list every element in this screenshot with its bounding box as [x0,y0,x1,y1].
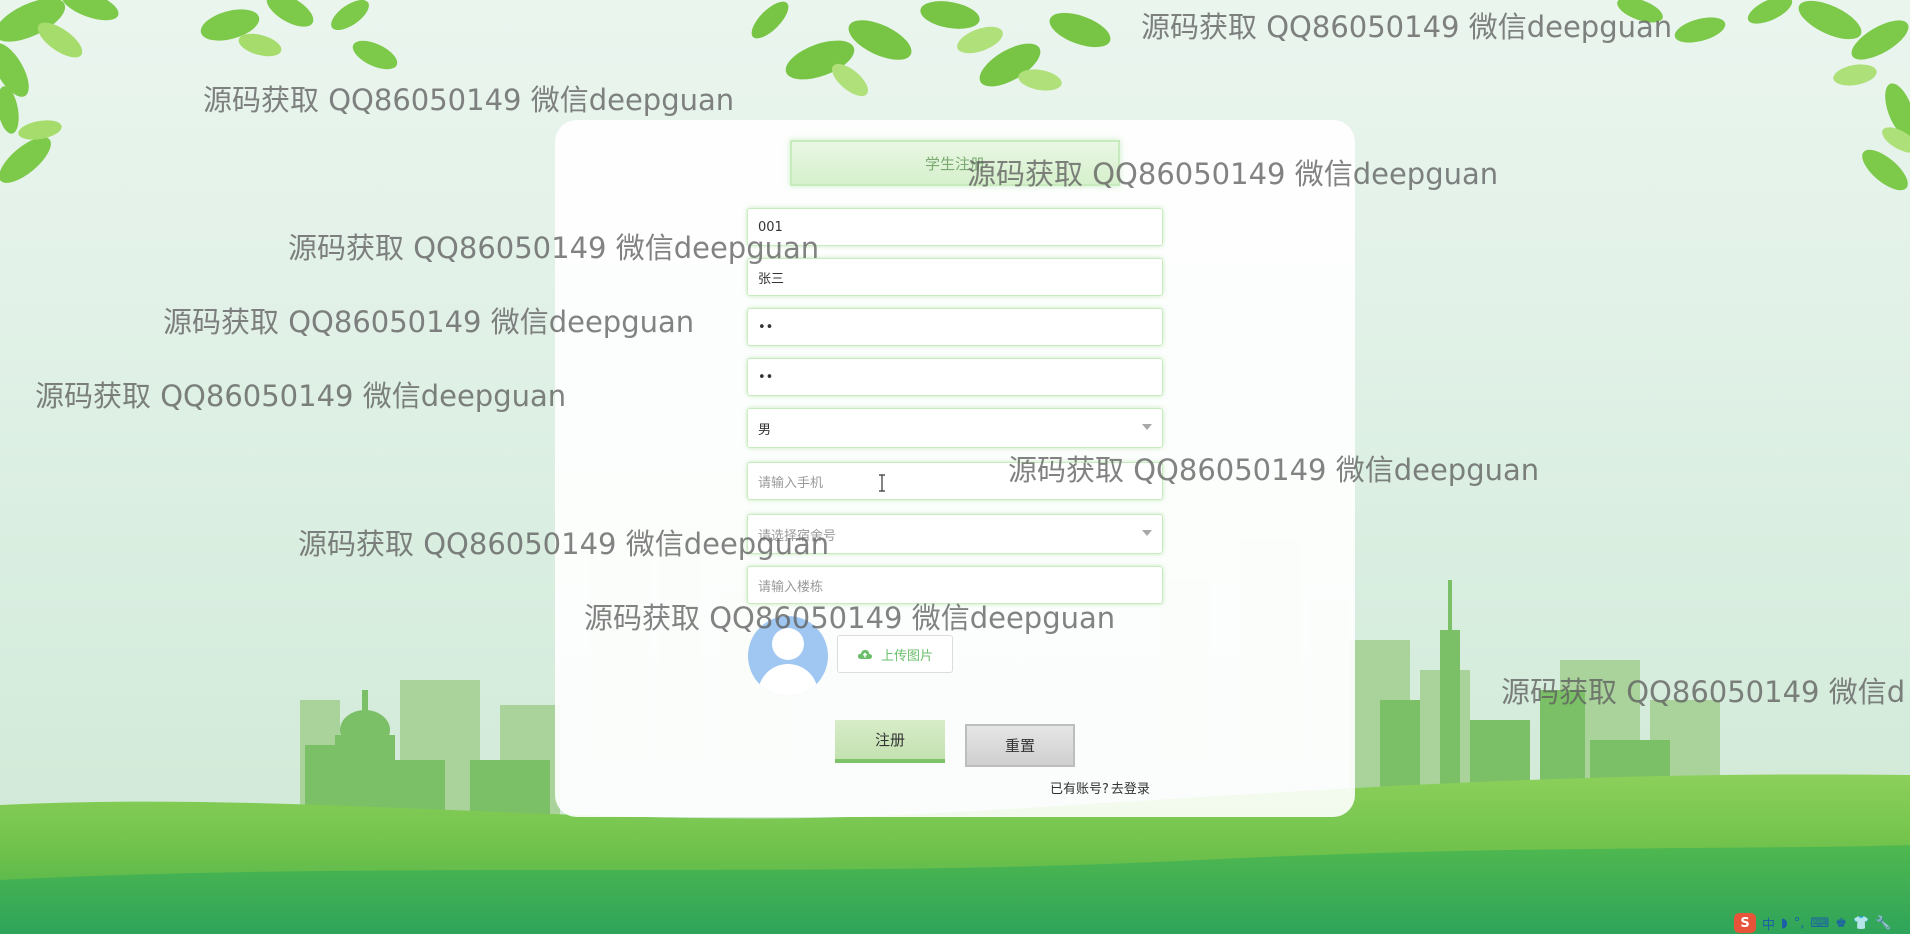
text-cursor-icon [879,474,885,492]
chevron-down-icon [1142,424,1152,430]
dorm-number-select[interactable]: 请选择宿舍号 [747,514,1163,554]
phone-input-placeholder: 请输入手机 [758,475,824,491]
has-account-text: 已有账号? [1050,782,1109,797]
tools-icon[interactable]: 🔧 [1875,916,1891,931]
watermark-text: 源码获取 QQ86050149 微信deepguan [35,379,567,413]
student-id-input[interactable]: 001 [747,208,1163,246]
go-login-link[interactable]: 去登录 [1111,778,1150,797]
dorm-number-placeholder: 请选择宿舍号 [758,528,837,544]
keyboard-icon[interactable]: ⌨ [1811,916,1830,931]
chevron-down-icon [1142,530,1152,536]
phone-input[interactable]: 请输入手机 [747,462,1163,500]
confirm-password-input[interactable]: •• [747,358,1163,396]
student-name-input[interactable]: 张三 [747,258,1163,296]
login-prompt: 已有账号? 去登录 [1050,778,1150,797]
sogou-ime-icon[interactable]: S [1734,913,1756,933]
register-card: 学生注册 001 张三 •• •• 男 请输入手机 请选择宿舍号 请输入楼栋 上… [555,120,1355,817]
avatar-body-shape [758,664,818,696]
watermark-text: 源码获取 QQ86050149 微信deepguan [203,83,735,117]
punctuation-icon[interactable]: °, [1794,916,1805,931]
building-input[interactable]: 请输入楼栋 [747,566,1163,604]
upload-image-button[interactable]: 上传图片 [837,635,953,673]
half-width-icon[interactable]: ◗ [1781,916,1788,931]
chinese-mode-icon[interactable]: 中 [1762,914,1775,933]
reset-button[interactable]: 重置 [965,724,1075,767]
skin-icon[interactable]: 👕 [1853,916,1869,931]
ime-tray[interactable]: S 中 ◗ °, ⌨ ♚ 👕 🔧 [1730,912,1910,934]
form-title: 学生注册 [790,140,1120,186]
avatar-head-shape [772,628,804,660]
upload-image-label: 上传图片 [880,648,933,664]
watermark-text: 源码获取 QQ86050149 微信deepguan [1141,10,1673,44]
cloud-upload-icon [857,649,873,659]
avatar-preview [748,616,828,696]
user-icon[interactable]: ♚ [1835,916,1847,931]
building-input-placeholder: 请输入楼栋 [758,579,824,595]
password-input[interactable]: •• [747,308,1163,346]
gender-select-value: 男 [758,422,772,438]
watermark-text: 源码获取 QQ86050149 微信d [1501,675,1906,709]
register-button[interactable]: 注册 [835,720,945,763]
gender-select[interactable]: 男 [747,408,1163,448]
